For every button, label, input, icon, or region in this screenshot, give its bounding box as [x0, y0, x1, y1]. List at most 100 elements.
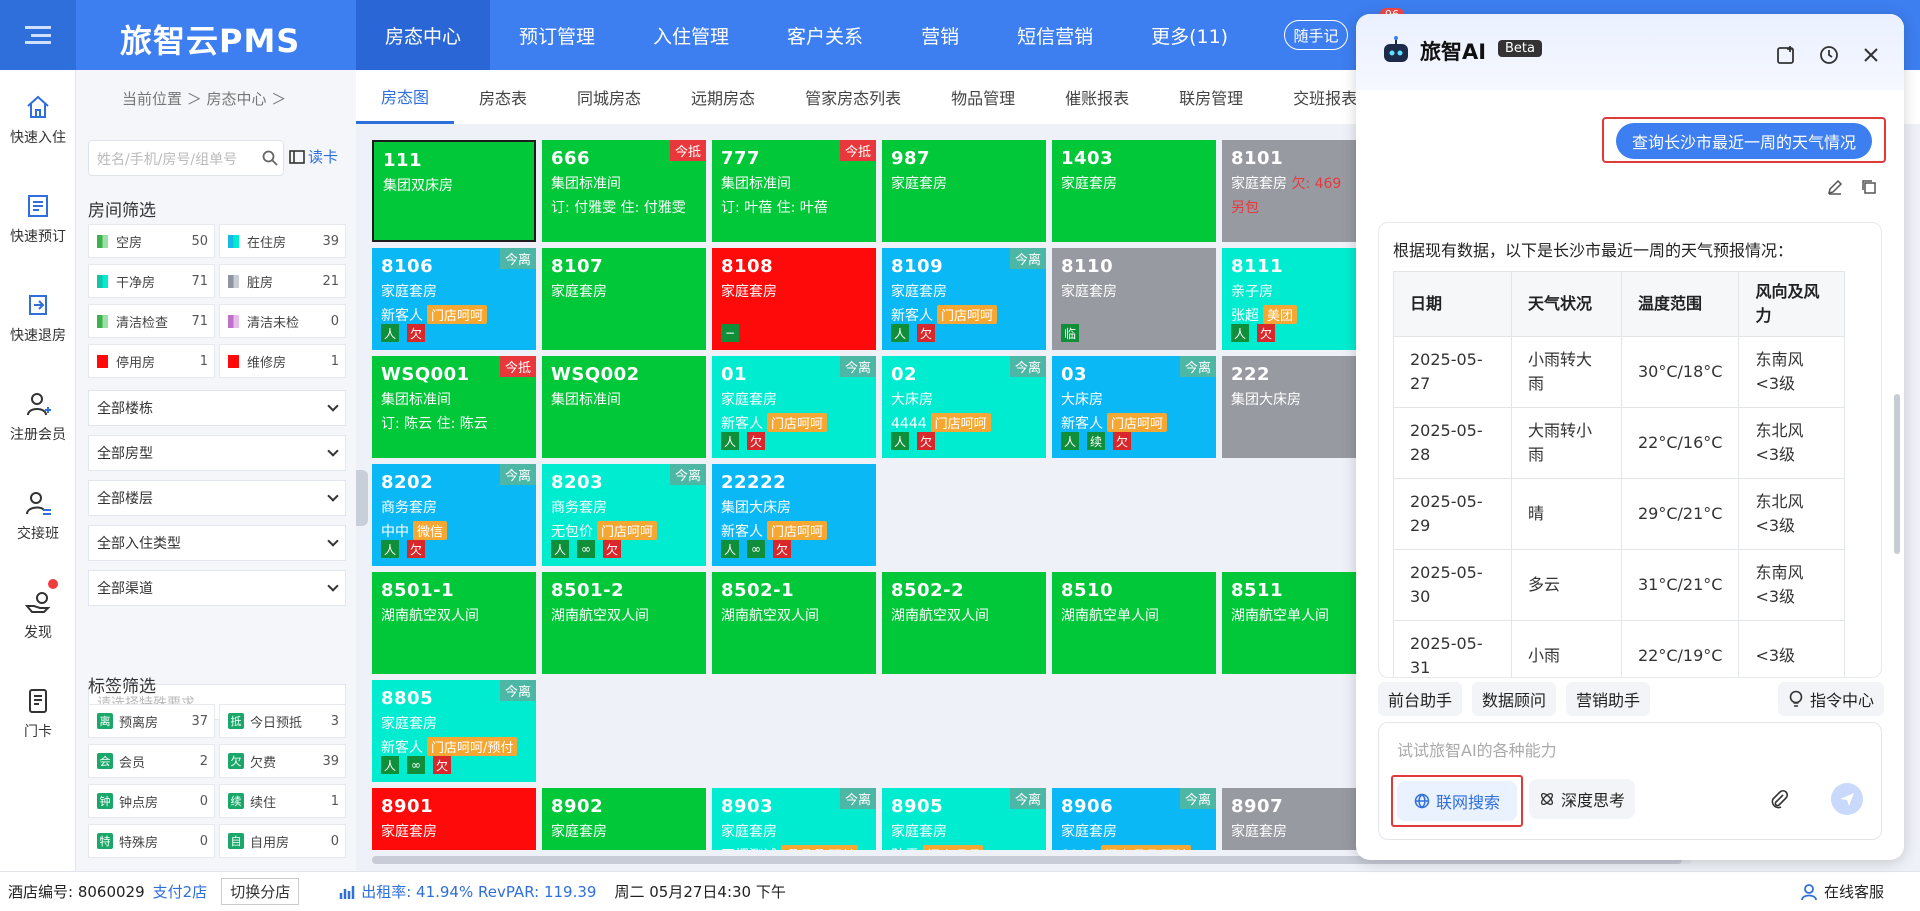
checkin-type-select[interactable]: 全部入住类型 — [88, 525, 346, 561]
history-icon[interactable] — [1818, 44, 1840, 66]
discover-button[interactable]: 发现 — [0, 565, 76, 664]
tab-room-map[interactable]: 房态图 — [356, 70, 455, 124]
room-card[interactable]: 111 集团双床房 — [372, 140, 536, 242]
tag-special[interactable]: 特特殊房 0 — [88, 824, 215, 858]
room-card[interactable]: 8511 湖南航空单人间 — [1222, 572, 1372, 674]
room-card[interactable]: 1403 家庭套房 — [1052, 140, 1216, 242]
data-advisor-button[interactable]: 数据顾问 — [1472, 682, 1557, 716]
web-search-toggle[interactable]: 联网搜索 — [1397, 781, 1517, 821]
tab-housekeeping-list[interactable]: 管家房态列表 — [780, 70, 926, 124]
room-card[interactable]: 8805 家庭套房 新客人 门店呵呵/预付 今离人 ∞ 欠 — [372, 680, 536, 782]
room-card[interactable]: 777 集团标准间 订: 叶蓓 住: 叶蓓 今抵 — [712, 140, 876, 242]
tag-self-use[interactable]: 自自用房 0 — [219, 824, 346, 858]
new-chat-icon[interactable] — [1776, 44, 1798, 66]
room-card[interactable]: 8108 家庭套房 − — [712, 248, 876, 350]
nav-room-status[interactable]: 房态中心 — [356, 0, 491, 70]
attachment-icon[interactable] — [1769, 789, 1789, 809]
send-button[interactable] — [1831, 783, 1863, 815]
room-card[interactable]: 01 家庭套房 新客人 门店呵呵 今离人欠 — [712, 356, 876, 458]
switch-branch-button[interactable]: 切换分店 — [221, 878, 300, 905]
tag-extended[interactable]: 续续住 1 — [219, 784, 346, 818]
branch-name[interactable]: 支付2店 — [153, 881, 208, 902]
front-desk-assistant-button[interactable]: 前台助手 — [1378, 682, 1463, 716]
filter-dirty[interactable]: 脏房 21 — [219, 264, 346, 298]
copy-icon[interactable] — [1860, 178, 1878, 196]
nav-crm[interactable]: 客户关系 — [758, 0, 892, 70]
building-select[interactable]: 全部楼栋 — [88, 390, 346, 426]
room-card[interactable]: 8510 湖南航空单人间 — [1052, 572, 1216, 674]
room-card[interactable]: 22222 集团大床房 新客人 门店呵呵人 ∞ 欠 — [712, 464, 876, 566]
menu-toggle-button[interactable] — [0, 0, 76, 70]
marketing-assistant-button[interactable]: 营销助手 — [1566, 682, 1651, 716]
room-card[interactable]: 8106 家庭套房 新客人 门店呵呵 今离人欠 — [372, 248, 536, 350]
nav-checkin[interactable]: 入住管理 — [624, 0, 758, 70]
room-card[interactable]: 8502-2 湖南航空双人间 — [882, 572, 1046, 674]
close-icon[interactable] — [1860, 44, 1882, 66]
room-card[interactable]: 8107 家庭套房 — [542, 248, 706, 350]
panel-collapse-handle[interactable] — [356, 470, 368, 526]
tab-dunning-report[interactable]: 催账报表 — [1040, 70, 1154, 124]
room-card[interactable]: 8110 家庭套房临 — [1052, 248, 1216, 350]
quick-checkin-button[interactable]: 快速入住 — [0, 70, 76, 169]
filter-vacant[interactable]: 空房 50 — [88, 224, 215, 258]
room-card[interactable]: 222 集团大床房 — [1222, 356, 1372, 458]
room-card[interactable]: 666 集团标准间 订: 付雅雯 住: 付雅雯 今抵 — [542, 140, 706, 242]
tab-item-management[interactable]: 物品管理 — [926, 70, 1040, 124]
shift-handover-button[interactable]: 交接班 — [0, 466, 76, 565]
quick-checkout-button[interactable]: 快速退房 — [0, 268, 76, 367]
room-card[interactable]: 987 家庭套房 — [882, 140, 1046, 242]
nav-more[interactable]: 更多(11) — [1122, 0, 1257, 70]
tab-linked-rooms[interactable]: 联房管理 — [1154, 70, 1268, 124]
deep-think-toggle[interactable]: 深度思考 — [1529, 779, 1636, 819]
room-card[interactable]: 8903家庭套房田炯测试嘤嘤嘤/预付今离 — [712, 788, 876, 850]
quick-booking-button[interactable]: 快速预订 — [0, 169, 76, 268]
nav-sms-marketing[interactable]: 短信营销 — [988, 0, 1122, 70]
room-card[interactable]: 8101 家庭套房 欠: 469 另包 — [1222, 140, 1372, 242]
tab-room-table[interactable]: 房态表 — [454, 70, 552, 124]
room-card[interactable]: 8906 家庭套房 8906门店呵呵/预付 今离 — [1052, 788, 1216, 850]
tag-arrival-today[interactable]: 抵今日预抵 3 — [219, 704, 346, 738]
filter-maintenance[interactable]: 维修房 1 — [219, 344, 346, 378]
room-card[interactable]: 8907 家庭套房 — [1222, 788, 1372, 850]
room-card[interactable]: WSQ001 集团标准间 订: 陈云 住: 陈云 今抵 — [372, 356, 536, 458]
filter-clean[interactable]: 干净房 71 — [88, 264, 215, 298]
room-card[interactable]: 8502-1 湖南航空双人间 — [712, 572, 876, 674]
room-card[interactable]: 8109 家庭套房 新客人 门店呵呵 今离人欠 — [882, 248, 1046, 350]
nav-reservation[interactable]: 预订管理 — [490, 0, 624, 70]
room-card[interactable]: 03 大床房 新客人 门店呵呵 今离人续欠 — [1052, 356, 1216, 458]
room-type-select[interactable]: 全部房型 — [88, 435, 346, 471]
read-card-button[interactable]: 读卡 — [288, 146, 338, 167]
filter-occupied[interactable]: 在住房 39 — [219, 224, 346, 258]
edit-icon[interactable] — [1826, 178, 1844, 196]
tab-forward-rooms[interactable]: 远期房态 — [666, 70, 780, 124]
room-card[interactable]: 8501-2 湖南航空双人间 — [542, 572, 706, 674]
room-card[interactable]: 8905家庭套房孙雯门店呵呵今离 — [882, 788, 1046, 850]
tag-hourly[interactable]: 钟钟点房 0 — [88, 784, 215, 818]
door-card-button[interactable]: 门卡 — [0, 664, 76, 763]
tag-member[interactable]: 会会员 2 — [88, 744, 215, 778]
search-input[interactable]: 姓名/手机/房号/组单号 — [88, 140, 284, 176]
room-card[interactable]: 8501-1 湖南航空双人间 — [372, 572, 536, 674]
room-card[interactable]: 8203 商务套房 无包价 门店呵呵 今离人 ∞ 欠 — [542, 464, 706, 566]
room-card[interactable]: 8111 亲子房 张超 美团人欠 — [1222, 248, 1372, 350]
tab-city-rooms[interactable]: 同城房态 — [552, 70, 666, 124]
channel-select[interactable]: 全部渠道 — [88, 570, 346, 606]
tag-pre-departure[interactable]: 离预离房 37 — [88, 704, 215, 738]
room-card[interactable]: 8202 商务套房 中中 微信 今离人欠 — [372, 464, 536, 566]
tag-arrears[interactable]: 欠欠费 39 — [219, 744, 346, 778]
filter-disabled[interactable]: 停用房 1 — [88, 344, 215, 378]
floor-select[interactable]: 全部楼层 — [88, 480, 346, 516]
room-card[interactable]: WSQ002 集团标准间 — [542, 356, 706, 458]
room-card[interactable]: 02 大床房 4444 门店呵呵 今离人欠 — [882, 356, 1046, 458]
ai-chat-scrollbar[interactable] — [1894, 394, 1900, 554]
nav-marketing[interactable]: 营销 — [892, 0, 988, 70]
search-icon[interactable] — [262, 150, 278, 166]
online-service-button[interactable]: 在线客服 — [1800, 881, 1884, 902]
filter-cleaning-unchecked[interactable]: 清洁未检 0 — [219, 304, 346, 338]
memo-button[interactable]: 随手记 — [1284, 20, 1348, 50]
register-member-button[interactable]: 注册会员 — [0, 367, 76, 466]
filter-cleaning-checked[interactable]: 清洁检查 71 — [88, 304, 215, 338]
command-center-button[interactable]: 指令中心 — [1777, 682, 1884, 716]
room-card[interactable]: 8901 家庭套房 — [372, 788, 536, 850]
ai-input-box[interactable]: 试试旅智AI的各种能力 联网搜索 深度思考 — [1378, 722, 1882, 840]
